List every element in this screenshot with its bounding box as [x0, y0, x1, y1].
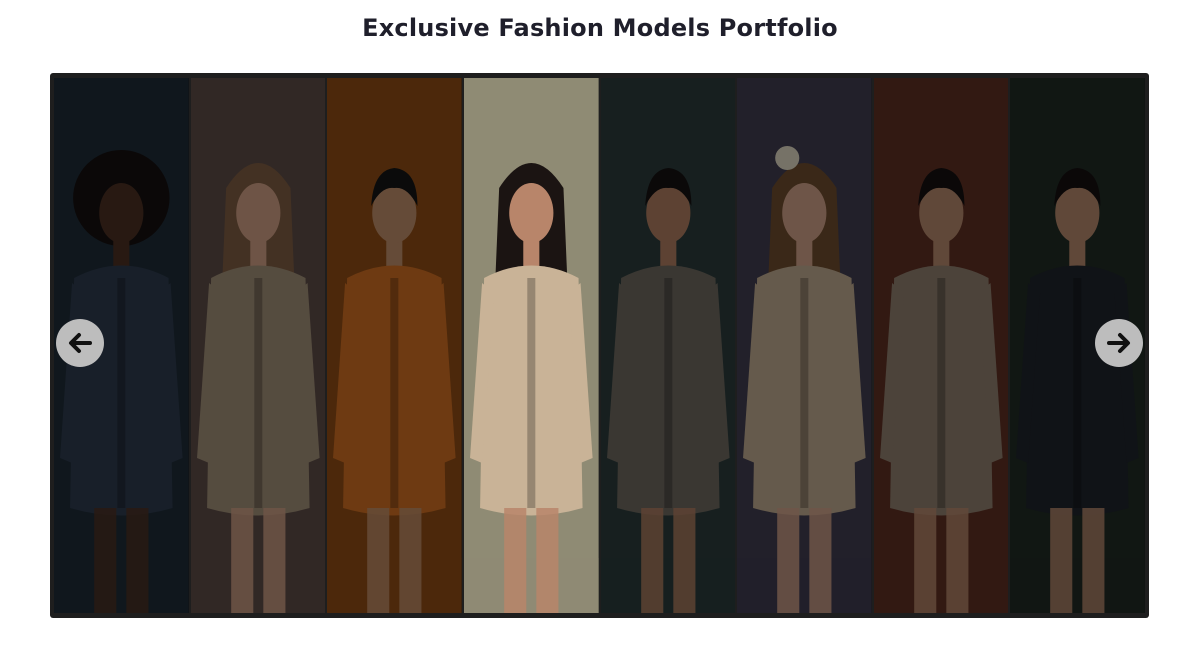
model-photo — [190, 78, 326, 613]
model-photo — [327, 78, 462, 613]
carousel-slide-2[interactable] — [190, 78, 326, 613]
carousel-slide-4[interactable] — [463, 78, 599, 613]
prev-slide-button[interactable] — [56, 319, 104, 367]
model-photo — [600, 78, 736, 613]
arrow-left-icon — [69, 333, 92, 353]
model-photo — [463, 78, 599, 613]
carousel-slide-3[interactable] — [327, 78, 462, 613]
model-photo — [873, 78, 1009, 613]
carousel-slide-5[interactable] — [600, 78, 736, 613]
carousel-slide-6[interactable] — [737, 78, 872, 613]
page: Exclusive Fashion Models Portfolio — [0, 0, 1200, 663]
carousel-slide-7[interactable] — [873, 78, 1009, 613]
arrow-right-icon — [1107, 333, 1130, 353]
next-slide-button[interactable] — [1095, 319, 1143, 367]
model-photo — [737, 78, 872, 613]
carousel-track — [54, 78, 1145, 613]
page-title: Exclusive Fashion Models Portfolio — [362, 14, 838, 42]
image-carousel — [50, 73, 1149, 618]
